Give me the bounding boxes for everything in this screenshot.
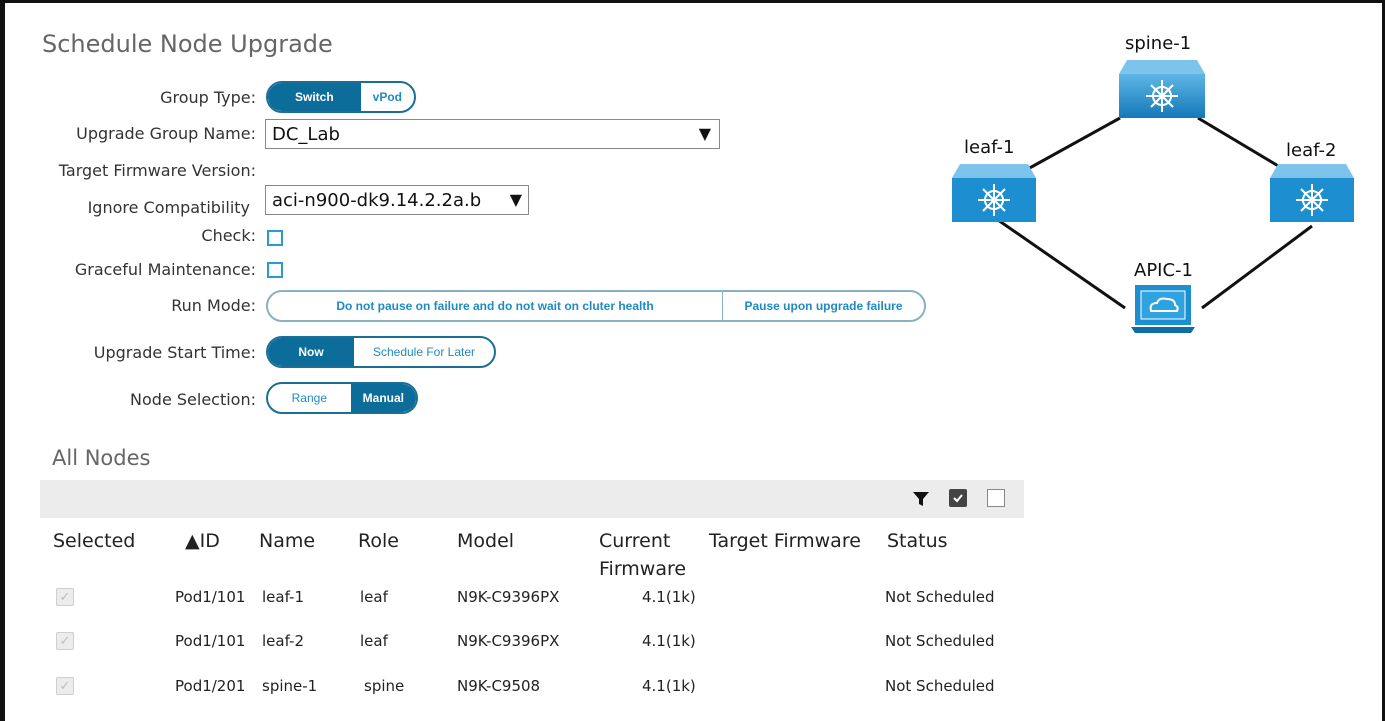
node-selection-label: Node Selection: <box>130 390 256 409</box>
target-firmware-value: aci-n900-dk9.14.2.2a.b <box>272 189 482 211</box>
start-time-toggle: Now Schedule For Later <box>266 336 496 368</box>
row-role: leaf <box>360 588 388 606</box>
apic-cloud-icon <box>1131 283 1195 335</box>
row-name: spine-1 <box>262 677 318 695</box>
node-selection-manual-option[interactable]: Manual <box>350 384 416 412</box>
group-type-toggle: Switch vPod <box>266 81 416 113</box>
spine-1-label: spine-1 <box>1125 33 1192 54</box>
row-model: N9K-C9396PX <box>457 588 560 606</box>
target-firmware-label: Target Firmware Version: <box>58 161 256 180</box>
target-firmware-select[interactable]: aci-n900-dk9.14.2.2a.b ▼ <box>265 185 529 215</box>
row-status: Not Scheduled <box>885 632 995 650</box>
leaf-2-label: leaf-2 <box>1286 140 1337 161</box>
col-header-model[interactable]: Model <box>457 530 514 552</box>
group-type-switch-option[interactable]: Switch <box>268 83 361 111</box>
row-select-checkbox[interactable]: ✓ <box>56 588 74 606</box>
run-mode-label: Run Mode: <box>171 296 256 315</box>
deselect-all-icon[interactable] <box>987 489 1005 507</box>
graceful-maintenance-checkbox[interactable] <box>267 262 283 278</box>
chevron-down-icon: ▼ <box>698 124 711 143</box>
node-selection-toggle: Range Manual <box>266 382 418 414</box>
run-mode-toggle: Do not pause on failure and do not wait … <box>266 290 926 322</box>
node-selection-range-option[interactable]: Range <box>268 384 351 412</box>
start-time-later-option[interactable]: Schedule For Later <box>354 338 494 366</box>
leaf-1-switch-icon <box>950 162 1038 224</box>
apic-1-label: APIC-1 <box>1134 260 1193 281</box>
table-row: ✓ <box>56 677 74 695</box>
table-row: ✓ <box>56 632 74 650</box>
col-header-selected: Selected <box>53 530 136 552</box>
col-header-target-firmware[interactable]: Target Firmware <box>709 530 861 552</box>
col-header-status[interactable]: Status <box>887 530 948 552</box>
row-current-fw: 4.1(1k) <box>642 632 696 650</box>
row-current-fw: 4.1(1k) <box>642 677 696 695</box>
row-name: leaf-1 <box>262 588 305 606</box>
all-nodes-title: All Nodes <box>52 446 151 470</box>
row-model: N9K-C9508 <box>457 677 541 695</box>
select-all-icon[interactable] <box>949 489 967 507</box>
row-id: Pod1/101 <box>175 632 246 650</box>
row-id: Pod1/101 <box>175 588 246 606</box>
graceful-maintenance-label: Graceful Maintenance: <box>74 260 256 279</box>
start-time-label: Upgrade Start Time: <box>93 343 256 362</box>
row-status: Not Scheduled <box>885 677 995 695</box>
leaf-1-label: leaf-1 <box>964 137 1015 158</box>
run-mode-no-pause-option[interactable]: Do not pause on failure and do not wait … <box>268 292 722 320</box>
col-header-role[interactable]: Role <box>358 530 399 552</box>
start-time-now-option[interactable]: Now <box>268 338 354 366</box>
row-role: spine <box>364 677 405 695</box>
filter-icon[interactable] <box>912 490 930 512</box>
row-select-checkbox[interactable]: ✓ <box>56 677 74 695</box>
ignore-compat-label-line1: Ignore Compatibility <box>87 198 250 217</box>
spine-1-switch-icon <box>1117 58 1207 120</box>
col-header-firmware[interactable]: Firmware <box>599 558 686 580</box>
table-toolbar <box>40 480 1024 518</box>
row-status: Not Scheduled <box>885 588 995 606</box>
row-select-checkbox[interactable]: ✓ <box>56 632 74 650</box>
chevron-down-icon: ▼ <box>509 190 522 209</box>
col-header-current[interactable]: Current <box>599 530 670 552</box>
leaf-2-switch-icon <box>1268 162 1356 224</box>
table-row: ✓ <box>56 588 74 606</box>
ignore-compat-label-line2: Check: <box>201 226 256 245</box>
group-type-vpod-option[interactable]: vPod <box>361 83 414 111</box>
row-id: Pod1/201 <box>175 677 246 695</box>
run-mode-pause-option[interactable]: Pause upon upgrade failure <box>722 292 924 320</box>
col-header-id[interactable]: ▲ID <box>185 530 220 552</box>
col-header-name[interactable]: Name <box>259 530 315 552</box>
group-name-select[interactable]: DC_Lab ▼ <box>265 119 720 149</box>
row-name: leaf-2 <box>262 632 305 650</box>
group-name-label: Upgrade Group Name: <box>76 124 256 143</box>
row-current-fw: 4.1(1k) <box>642 588 696 606</box>
page-title: Schedule Node Upgrade <box>42 30 333 58</box>
ignore-compat-checkbox[interactable] <box>267 230 283 246</box>
row-role: leaf <box>360 632 388 650</box>
group-type-label: Group Type: <box>160 88 256 107</box>
group-name-value: DC_Lab <box>272 123 340 145</box>
row-model: N9K-C9396PX <box>457 632 560 650</box>
